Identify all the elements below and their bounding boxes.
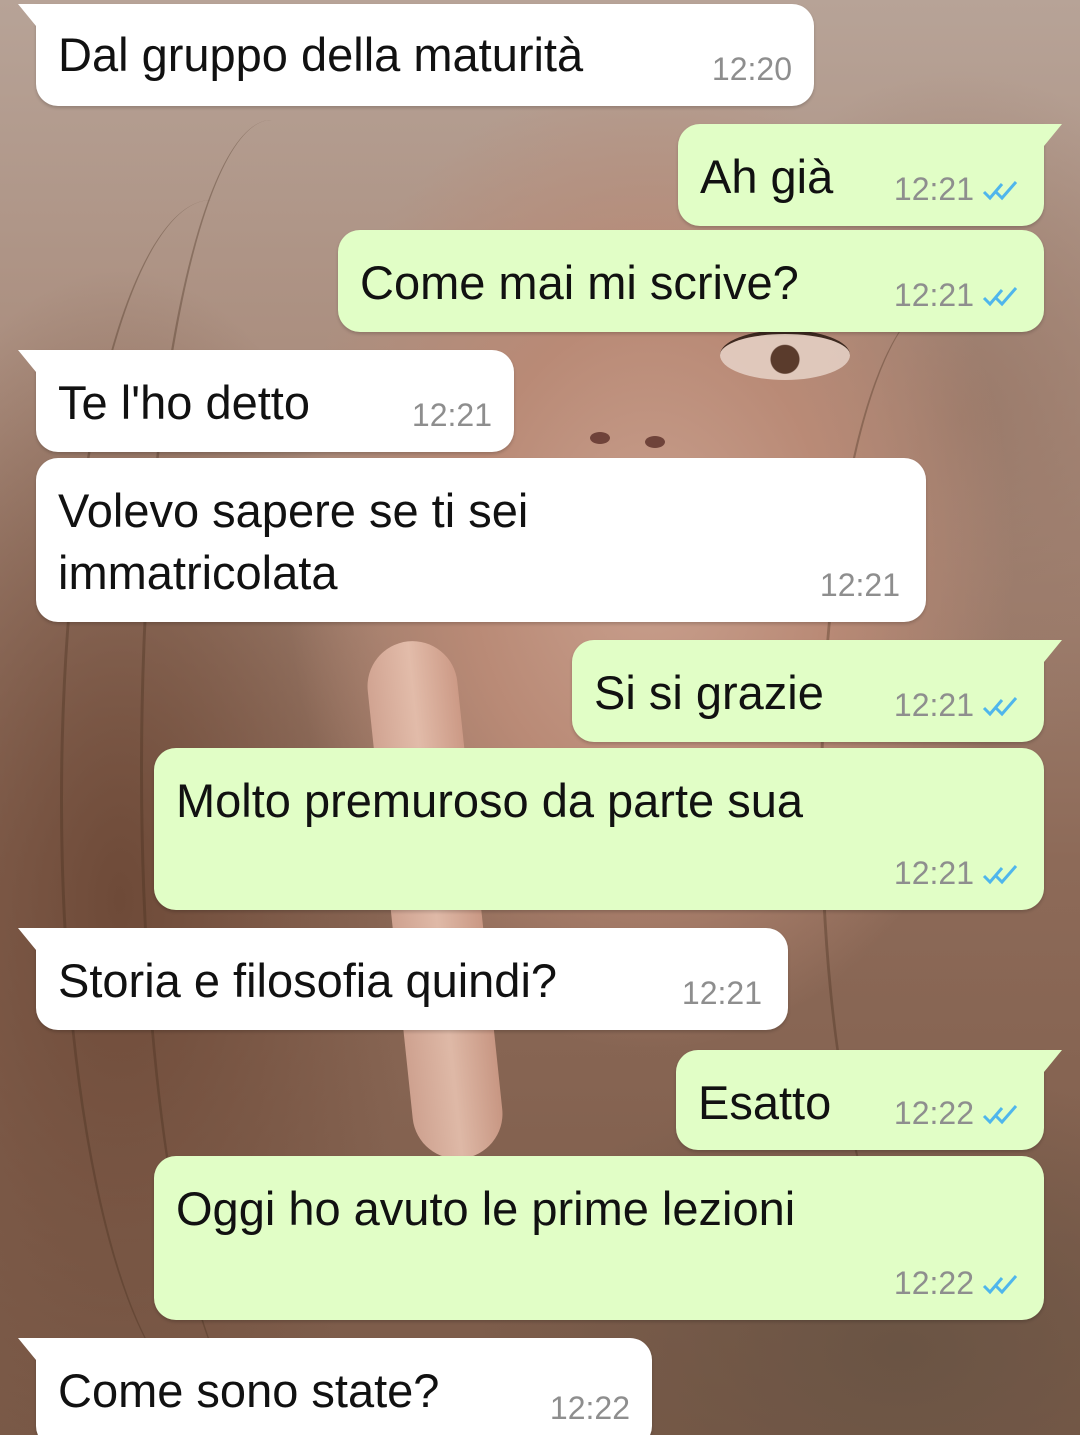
message-timestamp: 12:22 xyxy=(549,1390,630,1426)
message-text: Dal gruppo della maturità xyxy=(58,28,584,81)
message-text: Oggi ho avuto le prime lezioni xyxy=(176,1182,796,1235)
message-text: Te l'ho detto xyxy=(58,376,310,429)
message-bubble-incoming[interactable]: Come sono state? 12:22 xyxy=(18,1338,652,1435)
message-list[interactable]: Dal gruppo della maturità 12:20 Ah già 1… xyxy=(0,0,1080,1435)
bubble-tail xyxy=(18,350,36,372)
double-check-icon xyxy=(982,1105,1018,1125)
message-text: Volevo sapere se ti sei immatricolata xyxy=(58,484,529,599)
double-check-icon xyxy=(982,865,1018,885)
message-text: Ah già xyxy=(700,150,834,203)
message-bubble-incoming[interactable]: Volevo sapere se ti sei immatricolata 12… xyxy=(36,458,926,622)
bubble-tail xyxy=(1044,124,1062,146)
double-check-icon xyxy=(982,697,1018,717)
message-timestamp: 12:20 xyxy=(711,51,792,87)
message-timestamp: 12:21 xyxy=(681,975,762,1011)
message-bubble-incoming[interactable]: Dal gruppo della maturità 12:20 xyxy=(18,4,814,106)
message-text: Molto premuroso da parte sua xyxy=(176,774,803,827)
message-timestamp: 12:21 xyxy=(411,397,492,433)
message-timestamp: 12:21 xyxy=(893,687,974,723)
bubble-tail xyxy=(1044,1050,1062,1072)
message-text: Esatto xyxy=(698,1076,832,1129)
double-check-icon xyxy=(982,1275,1018,1295)
message-bubble-outgoing[interactable]: Si si grazie 12:21 xyxy=(572,640,1062,742)
message-bubble-incoming[interactable]: Storia e filosofia quindi? 12:21 xyxy=(18,928,788,1030)
double-check-icon xyxy=(982,181,1018,201)
message-text: Come sono state? xyxy=(58,1364,440,1417)
message-bubble-outgoing[interactable]: Ah già 12:21 xyxy=(678,124,1062,226)
message-text: Storia e filosofia quindi? xyxy=(58,954,558,1007)
message-bubble-outgoing[interactable]: Oggi ho avuto le prime lezioni 12:22 xyxy=(154,1156,1044,1320)
message-text: Come mai mi scrive? xyxy=(360,256,799,309)
message-text: Si si grazie xyxy=(594,666,824,719)
message-bubble-outgoing[interactable]: Esatto 12:22 xyxy=(676,1050,1062,1150)
message-bubble-outgoing[interactable]: Molto premuroso da parte sua 12:21 xyxy=(154,748,1044,910)
bubble-tail xyxy=(18,4,36,26)
double-check-icon xyxy=(982,287,1018,307)
bubble-tail xyxy=(18,928,36,950)
bubble-tail xyxy=(1044,640,1062,662)
message-timestamp: 12:21 xyxy=(893,855,974,891)
message-bubble-outgoing[interactable]: Come mai mi scrive? 12:21 xyxy=(338,230,1044,332)
message-timestamp: 12:22 xyxy=(893,1265,974,1301)
message-timestamp: 12:21 xyxy=(893,171,974,207)
message-timestamp: 12:22 xyxy=(893,1095,974,1131)
message-timestamp: 12:21 xyxy=(893,277,974,313)
message-bubble-incoming[interactable]: Te l'ho detto 12:21 xyxy=(18,350,514,452)
bubble-tail xyxy=(18,1338,36,1360)
message-timestamp: 12:21 xyxy=(819,567,900,603)
